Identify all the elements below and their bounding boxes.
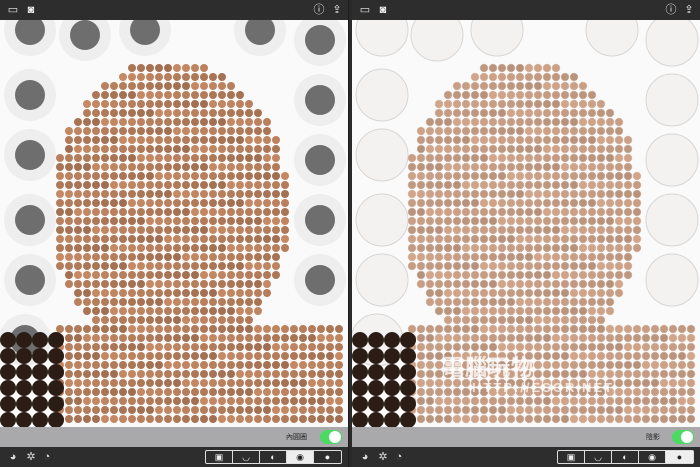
folder-icon[interactable]: ▭ <box>358 3 372 17</box>
watermark-url: HTTP://ESOR.NET <box>472 380 614 395</box>
palette-icon[interactable]: ◔ <box>392 450 406 464</box>
bottom-toolbar-left: ◕ ✲ ◔ ▣ ◡ ◐ ◉ ● <box>0 447 348 467</box>
gear-icon[interactable]: ✲ <box>24 450 38 464</box>
dot-art-canvas-right[interactable]: 電腦玩物 HTTP://ESOR.NET <box>352 20 700 427</box>
palette-icon[interactable]: ◔ <box>40 450 54 464</box>
style-segmented-control-left: ▣ ◡ ◐ ◉ ● <box>205 450 342 464</box>
share-icon[interactable]: ⇪ <box>682 3 696 17</box>
camera-icon[interactable]: ◙ <box>24 3 38 17</box>
option-bar-right: 陰影 <box>352 427 700 447</box>
segment-dot[interactable]: ● <box>314 451 341 463</box>
segment-cup[interactable]: ◡ <box>585 451 612 463</box>
inner-circle-toggle[interactable] <box>320 430 342 444</box>
bottom-toolbar-right: ◕ ✲ ◔ ▣ ◡ ◐ ◉ ● <box>352 447 700 467</box>
camera-icon[interactable]: ◙ <box>376 3 390 17</box>
share-icon[interactable]: ⇪ <box>330 3 344 17</box>
shadow-toggle[interactable] <box>672 430 694 444</box>
segment-half[interactable]: ◐ <box>260 451 287 463</box>
segment-square[interactable]: ▣ <box>206 451 233 463</box>
style-segmented-control-right: ▣ ◡ ◐ ◉ ● <box>557 450 694 464</box>
top-toolbar-left: ▭ ◙ ⓘ ⇪ <box>0 0 348 20</box>
segment-dot[interactable]: ● <box>666 451 693 463</box>
watermark-text: 電腦玩物 <box>442 355 535 380</box>
option-bar-left: 內圓圈 <box>0 427 348 447</box>
shapes-icon[interactable]: ◕ <box>6 450 20 464</box>
inner-circle-label: 內圓圈 <box>286 434 307 441</box>
segment-ring[interactable]: ◉ <box>639 451 666 463</box>
gear-icon[interactable]: ✲ <box>376 450 390 464</box>
dot-art-canvas-left[interactable] <box>0 20 348 427</box>
left-pane: ▭ ◙ ⓘ ⇪ 內圓圈 ◕ ✲ ◔ ▣ ◡ ◐ ◉ ● <box>0 0 348 467</box>
segment-ring[interactable]: ◉ <box>287 451 314 463</box>
segment-cup[interactable]: ◡ <box>233 451 260 463</box>
app-frame: ▭ ◙ ⓘ ⇪ 內圓圈 ◕ ✲ ◔ ▣ ◡ ◐ ◉ ● ▭ ◙ ⓘ ⇪ 電腦玩物… <box>0 0 700 467</box>
right-pane: ▭ ◙ ⓘ ⇪ 電腦玩物 HTTP://ESOR.NET 陰影 ◕ ✲ ◔ ▣ … <box>352 0 700 467</box>
segment-half[interactable]: ◐ <box>612 451 639 463</box>
shapes-icon[interactable]: ◕ <box>358 450 372 464</box>
top-toolbar-right: ▭ ◙ ⓘ ⇪ <box>352 0 700 20</box>
shadow-label: 陰影 <box>646 434 660 441</box>
segment-square[interactable]: ▣ <box>558 451 585 463</box>
folder-icon[interactable]: ▭ <box>6 3 20 17</box>
info-icon[interactable]: ⓘ <box>312 3 326 17</box>
info-icon[interactable]: ⓘ <box>664 3 678 17</box>
